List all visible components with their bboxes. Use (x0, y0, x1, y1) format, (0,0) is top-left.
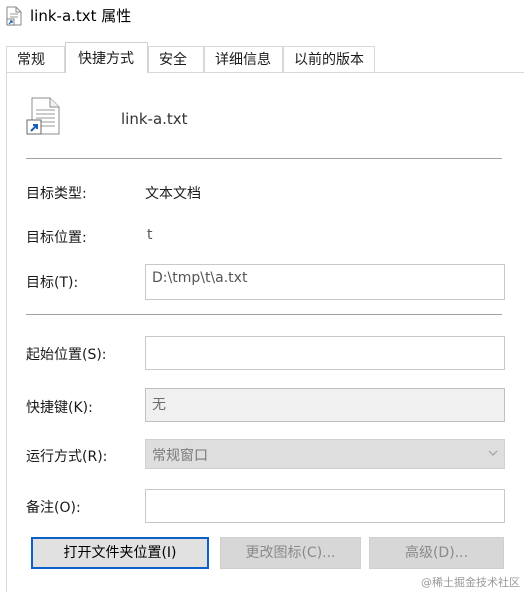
watermark: @稀土掘金技术社区 (421, 576, 520, 589)
target-type-value: 文本文档 (145, 186, 201, 202)
tab-security[interactable]: 安全 (148, 46, 204, 72)
shortcut-key-label: 快捷键(K): (26, 400, 93, 416)
start-in-field[interactable] (145, 336, 505, 370)
tab-general[interactable]: 常规 (6, 46, 65, 72)
run-mode-select[interactable]: 常规窗口 (145, 439, 505, 469)
run-mode-value: 常规窗口 (152, 448, 208, 464)
separator (26, 158, 502, 159)
separator (26, 314, 502, 315)
target-location-label: 目标位置: (26, 230, 87, 246)
advanced-button[interactable]: 高级(D)... (369, 537, 504, 569)
open-file-location-button[interactable]: 打开文件夹位置(I) (31, 537, 209, 569)
tab-shortcut[interactable]: 快捷方式 (65, 42, 148, 73)
comment-label: 备注(O): (26, 500, 81, 516)
panel-border (6, 72, 7, 592)
chevron-down-icon (488, 450, 498, 456)
tab-previous-versions[interactable]: 以前的版本 (283, 46, 375, 72)
shortcut-key-field[interactable]: 无 (145, 388, 505, 422)
target-field[interactable]: D:\tmp\t\a.txt (145, 264, 505, 300)
window-title: link-a.txt 属性 (30, 7, 132, 25)
shortcut-document-icon (26, 97, 60, 135)
target-label: 目标(T): (26, 275, 79, 291)
file-name: link-a.txt (121, 110, 188, 128)
run-label: 运行方式(R): (26, 449, 108, 465)
start-in-label: 起始位置(S): (26, 347, 107, 363)
target-location-value: t (147, 227, 153, 243)
tab-details[interactable]: 详细信息 (204, 46, 283, 72)
shortcut-file-icon (6, 6, 22, 26)
change-icon-button[interactable]: 更改图标(C)... (220, 537, 361, 569)
target-type-label: 目标类型: (26, 186, 87, 202)
comment-field[interactable] (145, 489, 505, 523)
